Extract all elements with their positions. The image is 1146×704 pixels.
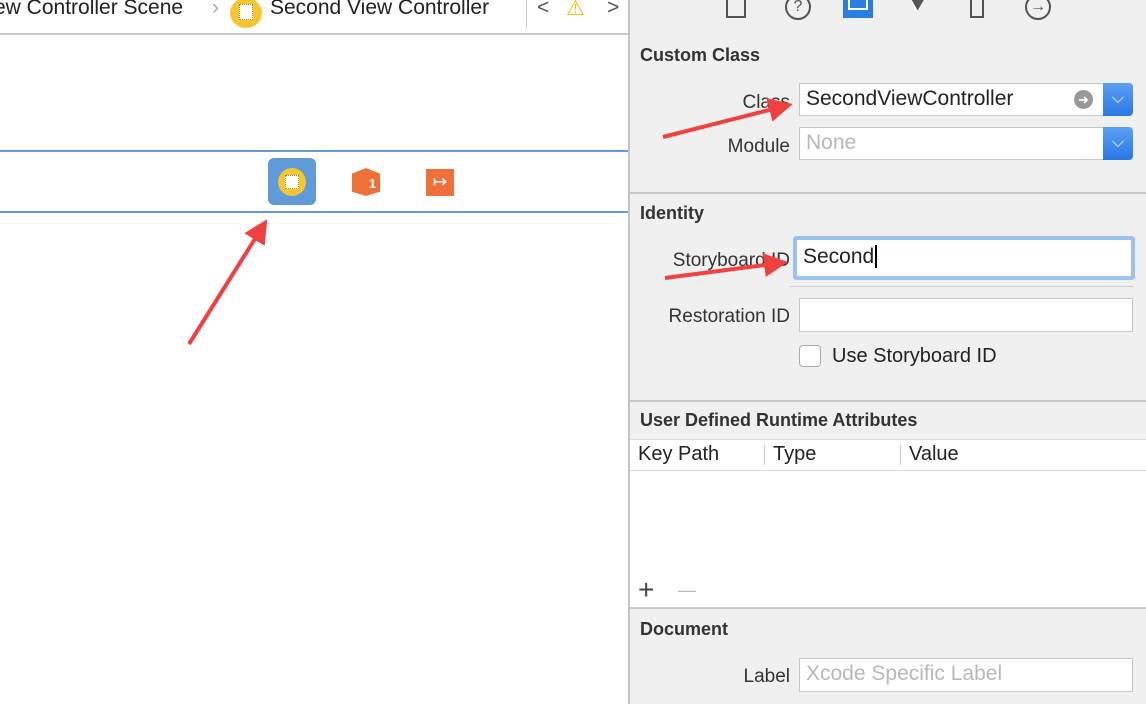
annotation-arrow-storyboard-id — [664, 253, 788, 280]
annotation-arrow-dock-icon — [187, 219, 268, 346]
annotation-arrows — [187, 98, 793, 346]
annotation-arrow-class — [662, 98, 793, 139]
